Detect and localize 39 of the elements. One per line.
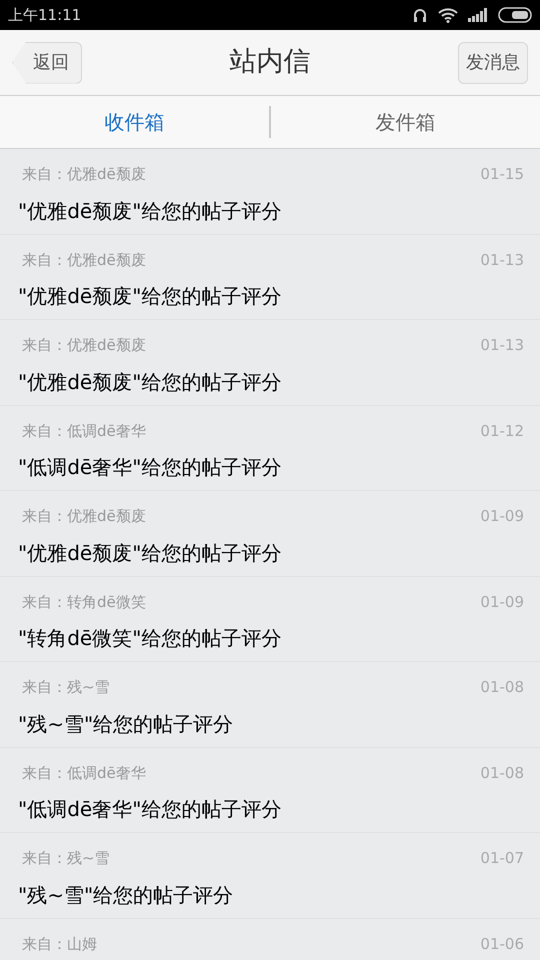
message-date: 01-15 bbox=[480, 164, 524, 185]
message-date: 01-09 bbox=[480, 592, 524, 612]
message-date: 01-08 bbox=[480, 677, 524, 698]
back-button[interactable]: 返回 bbox=[12, 42, 82, 84]
wifi-icon bbox=[438, 8, 458, 22]
status-time: 上午11:11 bbox=[8, 4, 82, 26]
sender: 来自：优雅dē颓废 bbox=[22, 506, 146, 527]
message-subject[interactable]: "优雅dē颓废"给您的帖子评分 bbox=[18, 281, 518, 311]
message-subject[interactable]: "低调dē奢华"给您的帖子评分 bbox=[18, 452, 518, 482]
tab[interactable]: 发件箱 bbox=[271, 96, 540, 148]
message-date: 01-06 bbox=[480, 934, 524, 954]
message-subject[interactable]: "残~雪"给您的帖子评分 bbox=[18, 708, 518, 738]
message-subject[interactable]: "转角dē微笑"给您的帖子评分 bbox=[18, 623, 518, 653]
message-subject[interactable]: "优雅dē颓废"给您的帖子评分 bbox=[18, 366, 518, 396]
send-message-button[interactable]: 发消息 bbox=[458, 42, 528, 84]
message-date: 01-13 bbox=[480, 250, 524, 270]
signal-icon bbox=[468, 8, 488, 22]
sender: 来自：低调dē奢华 bbox=[22, 420, 146, 442]
message-date: 01-09 bbox=[480, 506, 524, 527]
sender: 来自：低调dē奢华 bbox=[22, 762, 146, 784]
message-date: 01-12 bbox=[480, 420, 524, 442]
message-date: 01-07 bbox=[480, 848, 524, 869]
sender: 来自：优雅dē颓废 bbox=[22, 164, 146, 185]
message-subject[interactable]: "低调dē奢华"给您的帖子评分 bbox=[18, 794, 518, 824]
battery-icon bbox=[498, 7, 532, 23]
message-subject[interactable]: "残~雪"给您的帖子评分 bbox=[18, 880, 518, 910]
tab[interactable]: 收件箱 bbox=[0, 96, 269, 148]
headphones-icon bbox=[412, 7, 428, 23]
message-date: 01-13 bbox=[480, 335, 524, 356]
sender: 来自：残~雪 bbox=[22, 848, 110, 869]
message-subject[interactable]: "优雅dē颓废"给您的帖子评分 bbox=[18, 538, 518, 568]
sender: 来自：残~雪 bbox=[22, 677, 110, 698]
sender: 来自：山姆 bbox=[22, 934, 97, 954]
sender: 来自：优雅dē颓废 bbox=[22, 335, 146, 356]
message-subject[interactable]: "优雅dē颓废"给您的帖子评分 bbox=[18, 196, 518, 226]
sender: 来自：转角dē微笑 bbox=[22, 592, 146, 612]
message-date: 01-08 bbox=[480, 762, 524, 784]
sender: 来自：优雅dē颓废 bbox=[22, 250, 146, 270]
page-title: 站内信 bbox=[230, 45, 310, 80]
